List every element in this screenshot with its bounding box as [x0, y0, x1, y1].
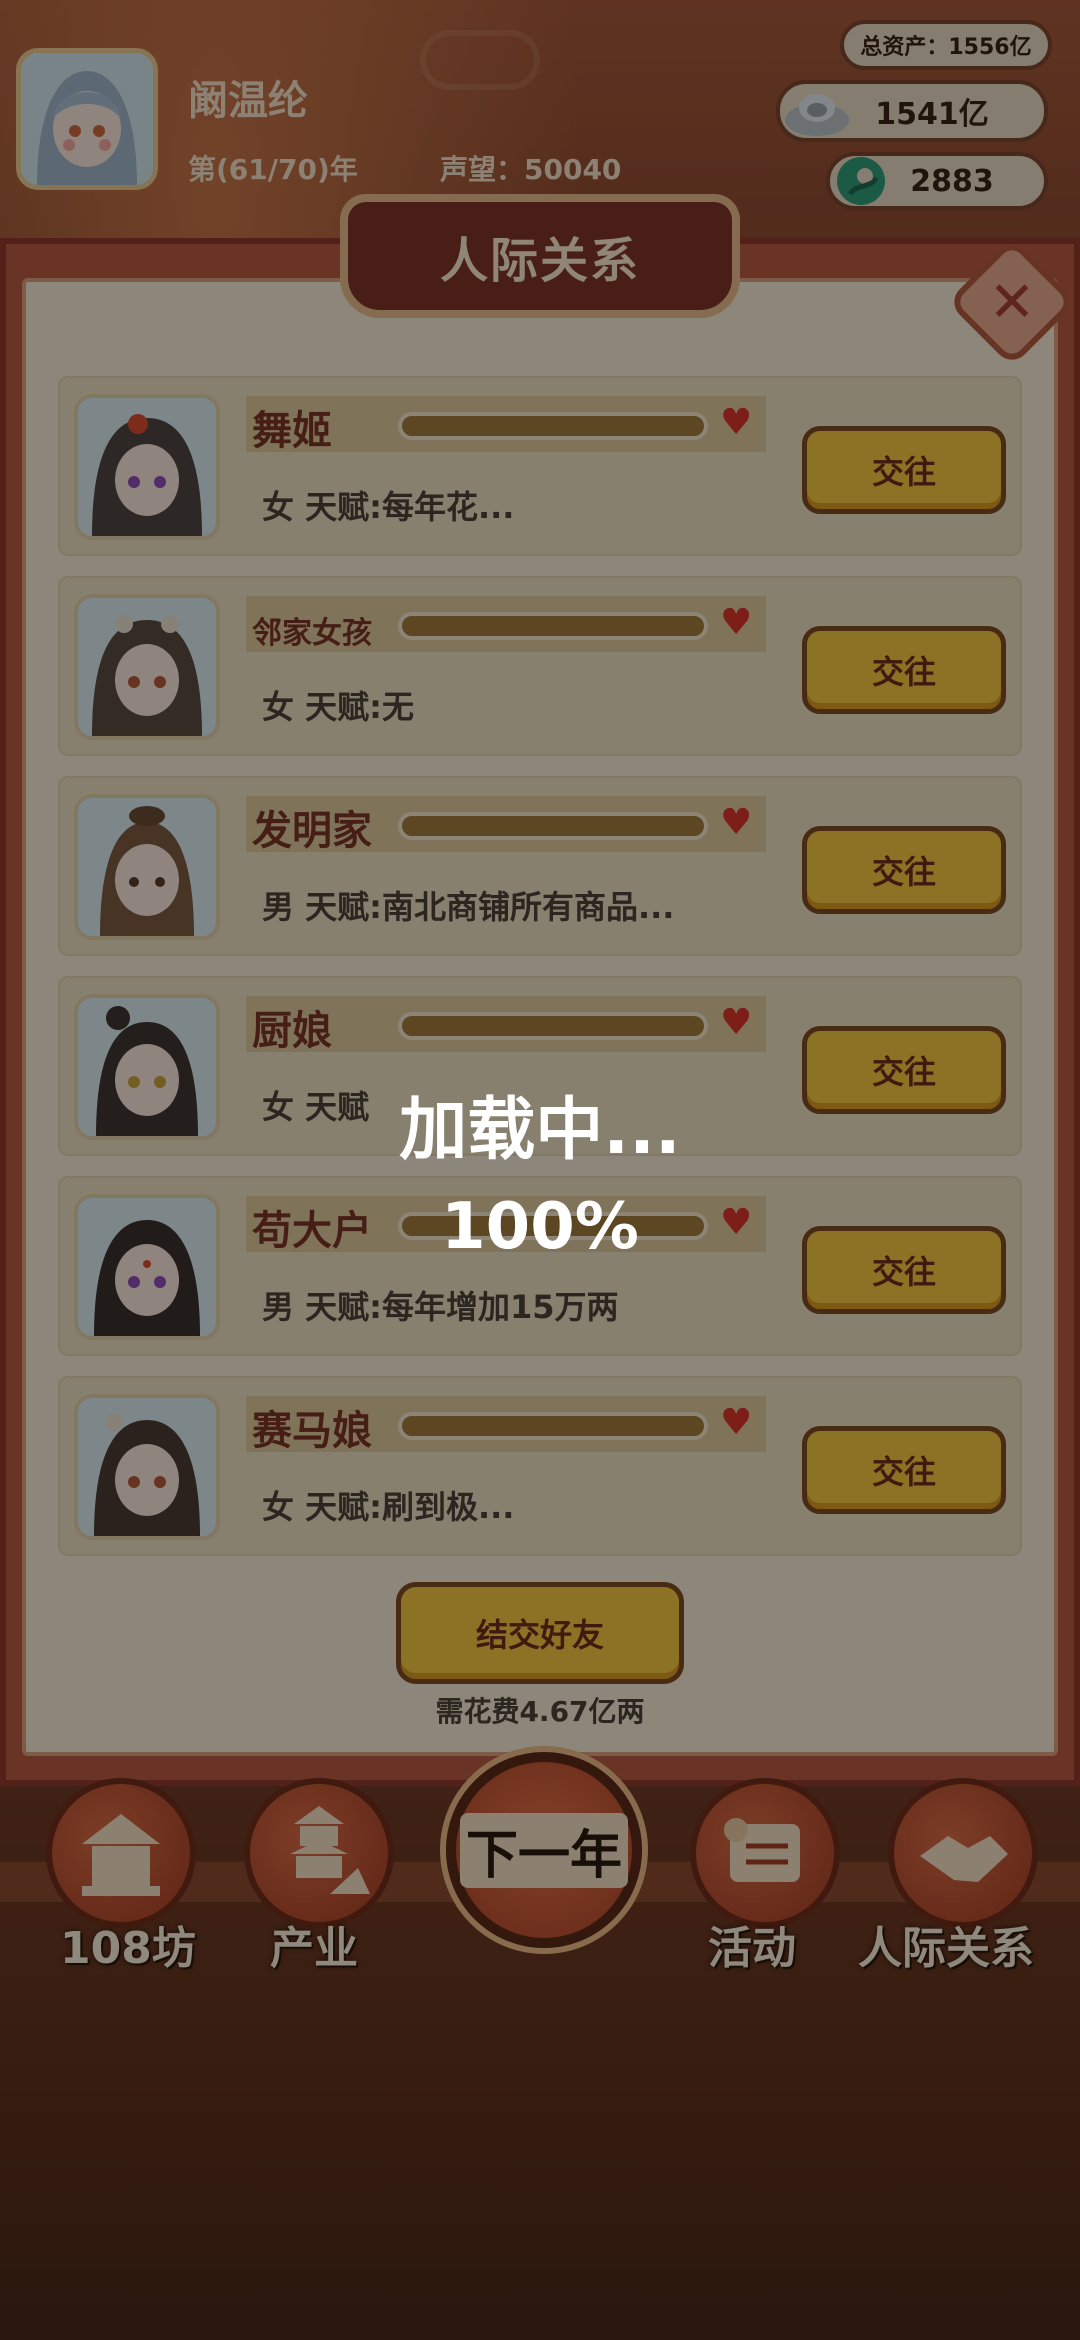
loading-percent: 100% [441, 1190, 639, 1264]
loading-text: 加载中... [399, 1091, 681, 1170]
